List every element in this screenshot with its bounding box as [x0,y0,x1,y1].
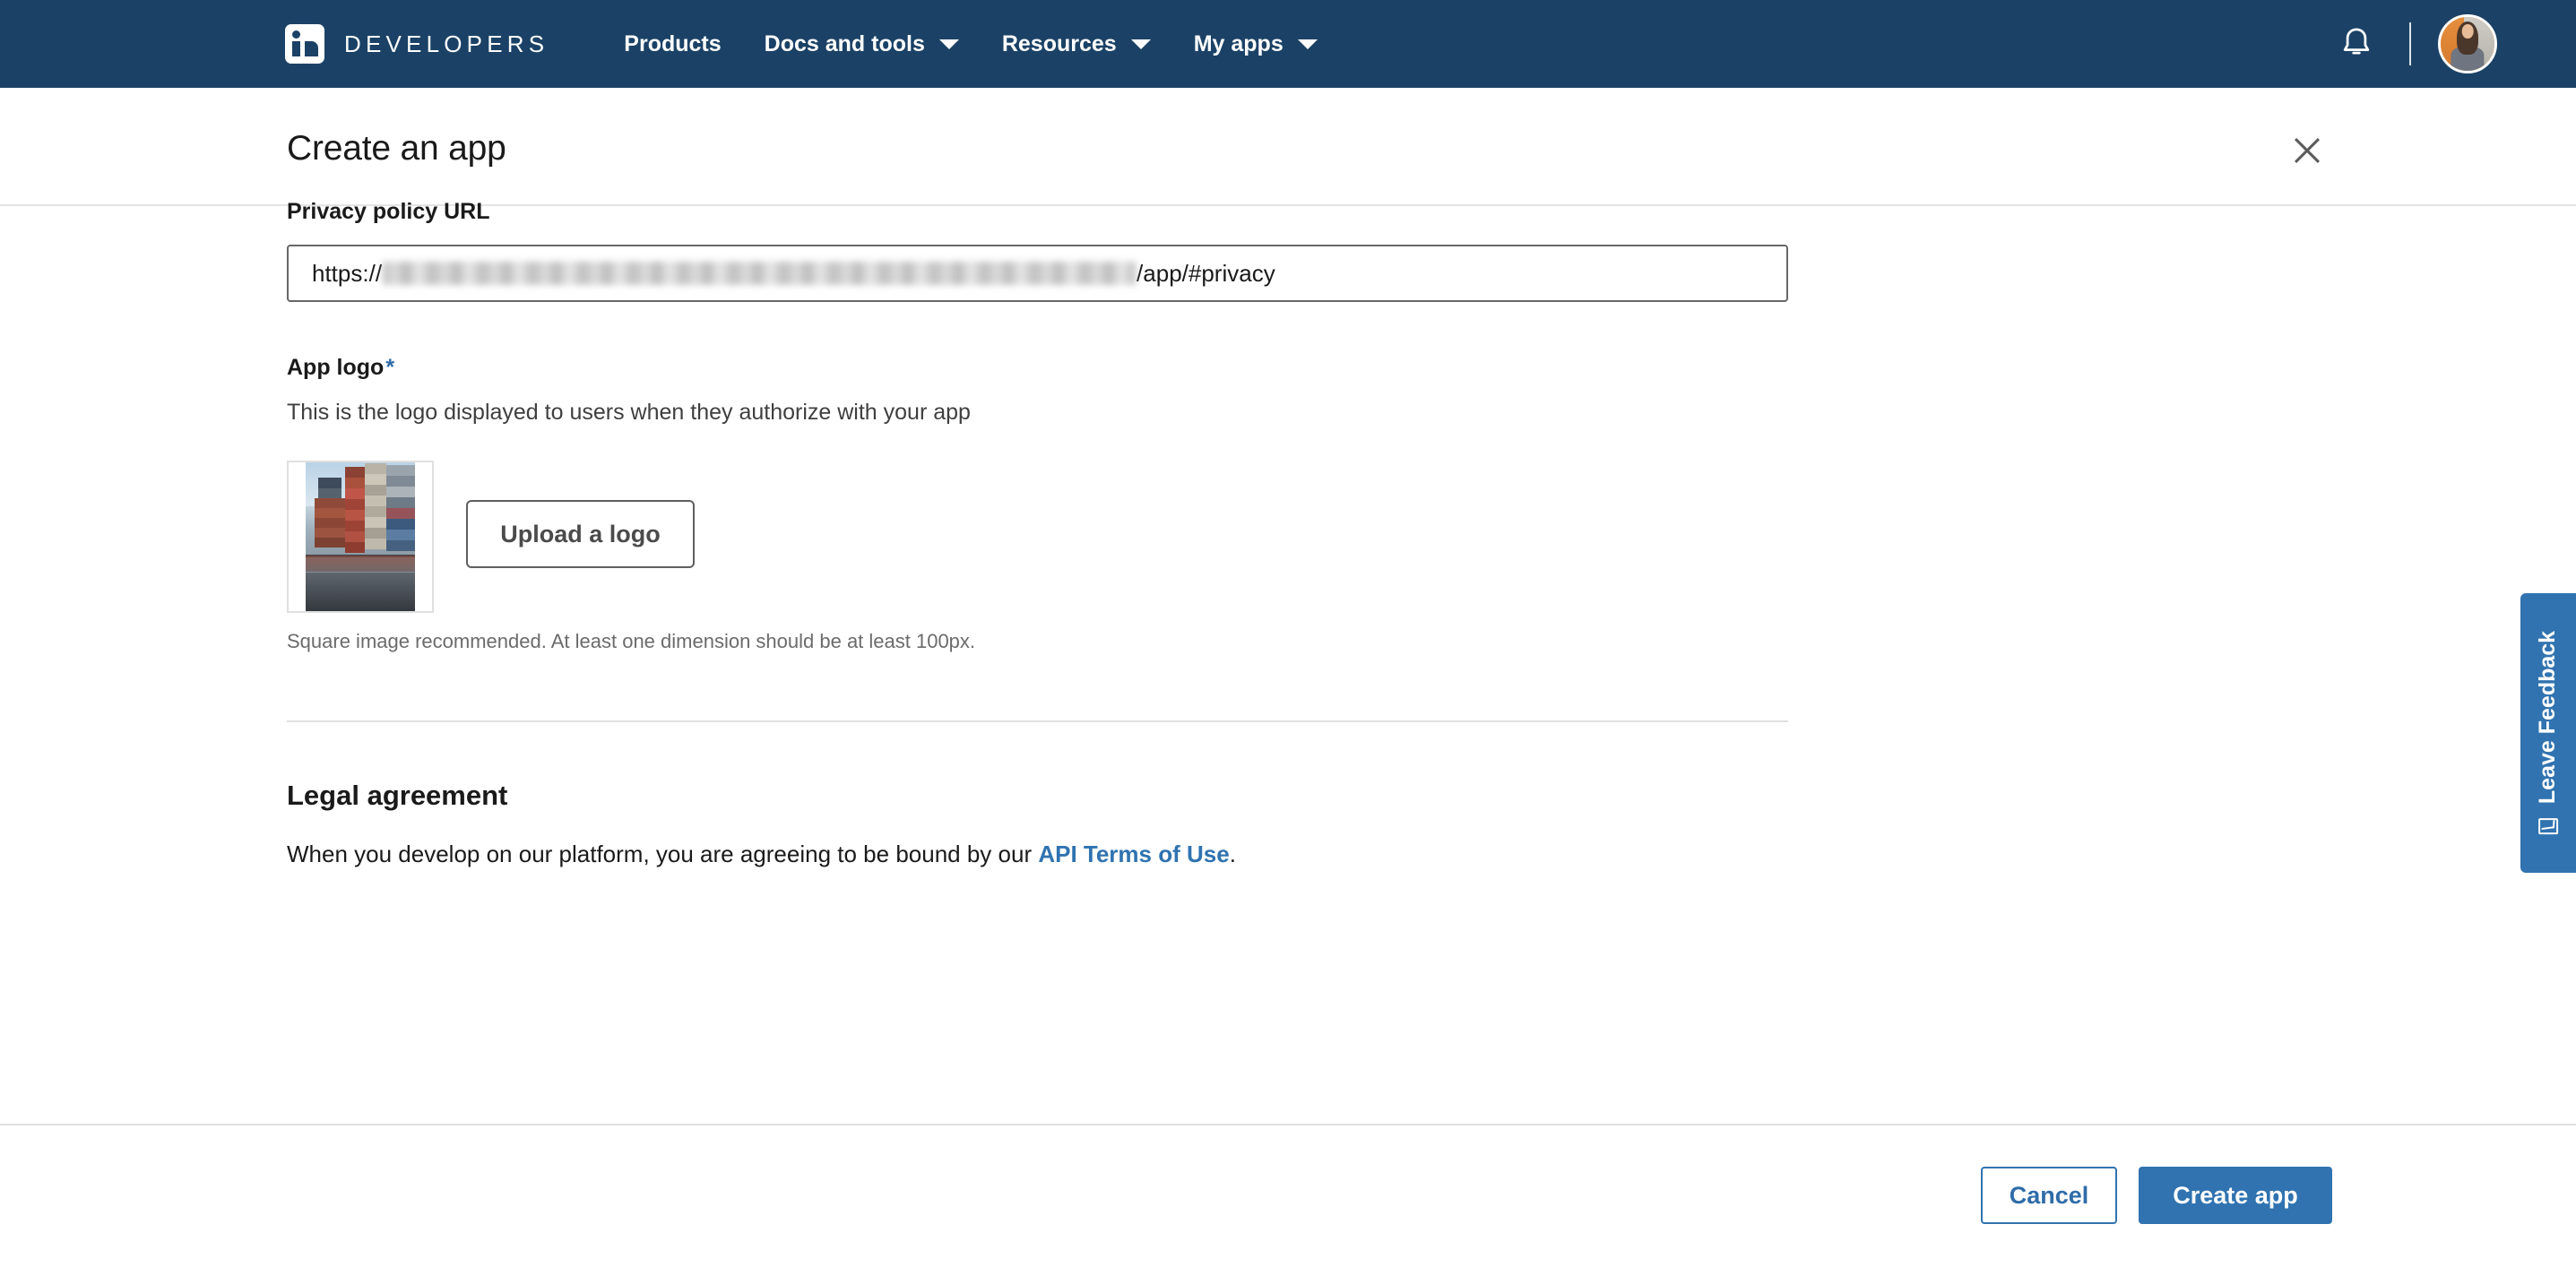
privacy-policy-url-suffix: /app/#privacy [1137,260,1275,288]
nav-item-my-apps[interactable]: My apps [1172,31,1339,57]
primary-nav-links: Products Docs and tools Resources My app… [602,31,1338,57]
required-asterisk: * [385,355,394,380]
legal-agreement-text: When you develop on our platform, you ar… [287,841,1236,868]
upload-logo-button-label: Upload a logo [500,521,661,548]
app-logo-preview [287,461,434,613]
cancel-button[interactable]: Cancel [1981,1167,2117,1224]
legal-agreement-heading: Legal agreement [287,780,507,812]
app-root: DEVELOPERS Products Docs and tools Resou… [0,0,2576,1276]
api-terms-of-use-link[interactable]: API Terms of Use [1038,841,1229,867]
shipping-containers-image [306,461,415,612]
notifications-button[interactable] [2330,18,2382,70]
privacy-policy-url-label: Privacy policy URL [287,199,489,225]
nav-divider [2409,22,2411,65]
create-app-button-label: Create app [2173,1182,2298,1210]
section-divider [287,720,1788,722]
nav-item-products-label: Products [624,31,721,57]
privacy-policy-url-input[interactable]: https:// /app/#privacy [287,245,1788,302]
nav-right-cluster [2330,0,2576,88]
footer-actions: Cancel Create app [1981,1167,2332,1224]
close-icon [2290,134,2324,168]
app-logo-description: This is the logo displayed to users when… [287,400,971,426]
app-logo-label: App logo* [287,355,394,381]
brand-name: DEVELOPERS [344,30,549,58]
chevron-down-icon [1131,39,1151,49]
linkedin-in-icon [285,24,324,64]
cancel-button-label: Cancel [2010,1182,2089,1210]
avatar[interactable] [2438,14,2497,73]
nav-item-docs-and-tools[interactable]: Docs and tools [743,31,981,57]
page-title: Create an app [287,129,506,168]
nav-item-my-apps-label: My apps [1194,31,1284,57]
modal-header: Create an app [0,88,2576,206]
privacy-policy-url-redacted-host [383,262,1136,285]
chevron-down-icon [1298,39,1318,49]
modal-body: Privacy policy URL https:// /app/#privac… [0,206,2576,1124]
bell-icon [2337,23,2376,65]
feedback-envelope-icon [2538,818,2558,834]
top-navigation-bar: DEVELOPERS Products Docs and tools Resou… [0,0,2576,88]
app-logo-note: Square image recommended. At least one d… [287,630,975,653]
nav-item-products[interactable]: Products [602,31,742,57]
leave-feedback-tab[interactable]: Leave Feedback [2520,593,2576,873]
close-button[interactable] [2282,125,2332,176]
create-app-button[interactable]: Create app [2139,1167,2332,1224]
upload-logo-button[interactable]: Upload a logo [466,500,695,568]
legal-text-after-link: . [1230,841,1236,867]
legal-text-before-link: When you develop on our platform, you ar… [287,841,1038,867]
app-logo-label-text: App logo [287,355,384,380]
modal-footer: Cancel Create app [0,1124,2576,1276]
nav-item-docs-and-tools-label: Docs and tools [765,31,925,57]
chevron-down-icon [939,39,959,49]
nav-item-resources-label: Resources [1002,31,1117,57]
brand-logo-link[interactable]: DEVELOPERS [285,24,549,64]
privacy-policy-url-prefix: https:// [312,260,382,288]
nav-item-resources[interactable]: Resources [981,31,1172,57]
leave-feedback-label: Leave Feedback [2536,630,2562,803]
